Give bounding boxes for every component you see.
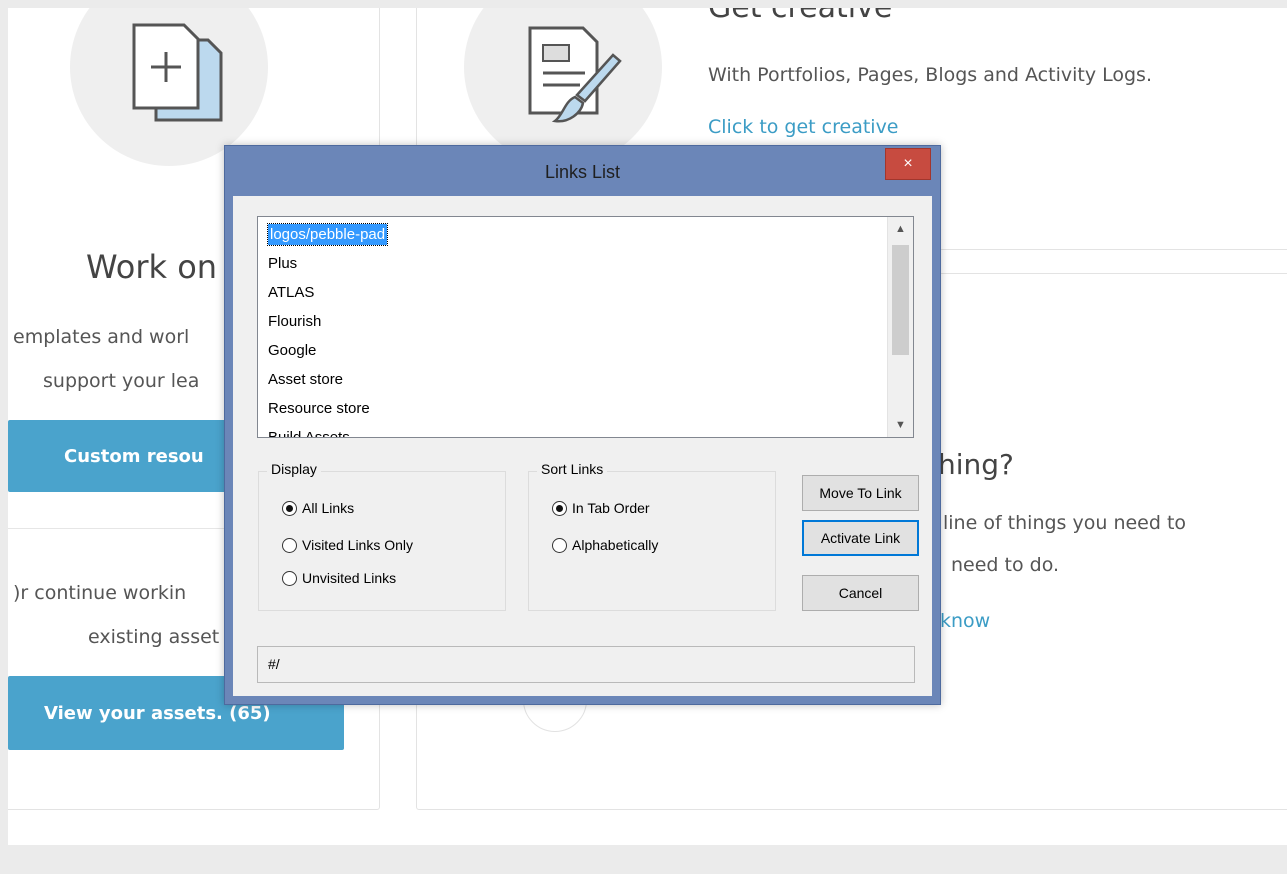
activate-link-button[interactable]: Activate Link — [802, 520, 919, 556]
get-creative-link[interactable]: Click to get creative — [708, 116, 899, 138]
display-group-label: Display — [267, 461, 321, 477]
dialog-title: Links List — [544, 162, 621, 182]
list-item[interactable]: Google — [260, 336, 880, 365]
need-to-do-text: need to do. — [951, 554, 1060, 576]
radio-alphabetically[interactable]: Alphabetically — [552, 537, 658, 553]
get-creative-title: Get creative — [708, 8, 892, 25]
radio-checked-icon — [552, 500, 567, 516]
continue-working-text: )r continue workin — [13, 582, 187, 604]
scroll-thumb[interactable] — [892, 245, 909, 355]
links-list: logos/pebble-pad Plus ATLAS Flourish Goo… — [260, 220, 880, 437]
list-item[interactable]: logos/pebble-pad — [260, 220, 880, 249]
sort-group-label: Sort Links — [537, 461, 608, 477]
radio-visited-links[interactable]: Visited Links Only — [282, 537, 413, 553]
close-icon: × — [903, 155, 913, 172]
list-item[interactable]: ATLAS — [260, 278, 880, 307]
radio-unchecked-icon — [282, 537, 297, 553]
move-to-link-button[interactable]: Move To Link — [802, 475, 919, 511]
radio-unchecked-icon — [282, 570, 297, 586]
link-url-field: #/ — [257, 646, 915, 683]
outline-text: line of things you need to — [943, 512, 1187, 534]
existing-assets-text: existing asset — [88, 626, 220, 648]
list-item[interactable]: Build Assets — [260, 423, 880, 437]
templates-text: emplates and worl — [13, 326, 190, 348]
cancel-button[interactable]: Cancel — [802, 575, 919, 611]
work-on-title: Work on — [86, 248, 218, 286]
radio-label: In Tab Order — [572, 500, 650, 516]
document-brush-icon — [528, 26, 622, 123]
list-item[interactable]: Asset store — [260, 365, 880, 394]
list-item[interactable]: Plus — [260, 249, 880, 278]
support-text: support your lea — [43, 370, 200, 392]
listbox-scrollbar[interactable]: ▲ ▼ — [887, 217, 913, 437]
list-item[interactable]: Resource store — [260, 394, 880, 423]
custom-resources-button[interactable]: Custom resou — [8, 420, 234, 492]
radio-label: Unvisited Links — [302, 570, 397, 586]
radio-label: All Links — [302, 500, 355, 516]
display-group: Display All Links Visited Links Only Unv… — [258, 461, 506, 611]
links-list-dialog: Links List × logos/pebble-pad Plus ATLAS… — [224, 145, 941, 705]
radio-checked-icon — [282, 500, 297, 516]
something-title: hing? — [938, 448, 1014, 481]
new-document-icon — [132, 23, 223, 122]
get-creative-description: With Portfolios, Pages, Blogs and Activi… — [708, 64, 1152, 86]
radio-label: Visited Links Only — [302, 537, 414, 553]
dialog-client-area: logos/pebble-pad Plus ATLAS Flourish Goo… — [233, 196, 932, 696]
scroll-up-icon[interactable]: ▲ — [888, 217, 913, 241]
list-item[interactable]: Flourish — [260, 307, 880, 336]
sort-links-group: Sort Links In Tab Order Alphabetically — [528, 461, 776, 611]
radio-label: Alphabetically — [572, 537, 659, 553]
radio-all-links[interactable]: All Links — [282, 500, 354, 516]
close-button[interactable]: × — [885, 148, 931, 180]
know-link[interactable]: know — [940, 610, 990, 632]
scroll-down-icon[interactable]: ▼ — [888, 413, 913, 437]
radio-tab-order[interactable]: In Tab Order — [552, 500, 650, 516]
links-listbox[interactable]: logos/pebble-pad Plus ATLAS Flourish Goo… — [257, 216, 914, 438]
radio-unchecked-icon — [552, 537, 567, 553]
radio-unvisited-links[interactable]: Unvisited Links — [282, 570, 396, 586]
